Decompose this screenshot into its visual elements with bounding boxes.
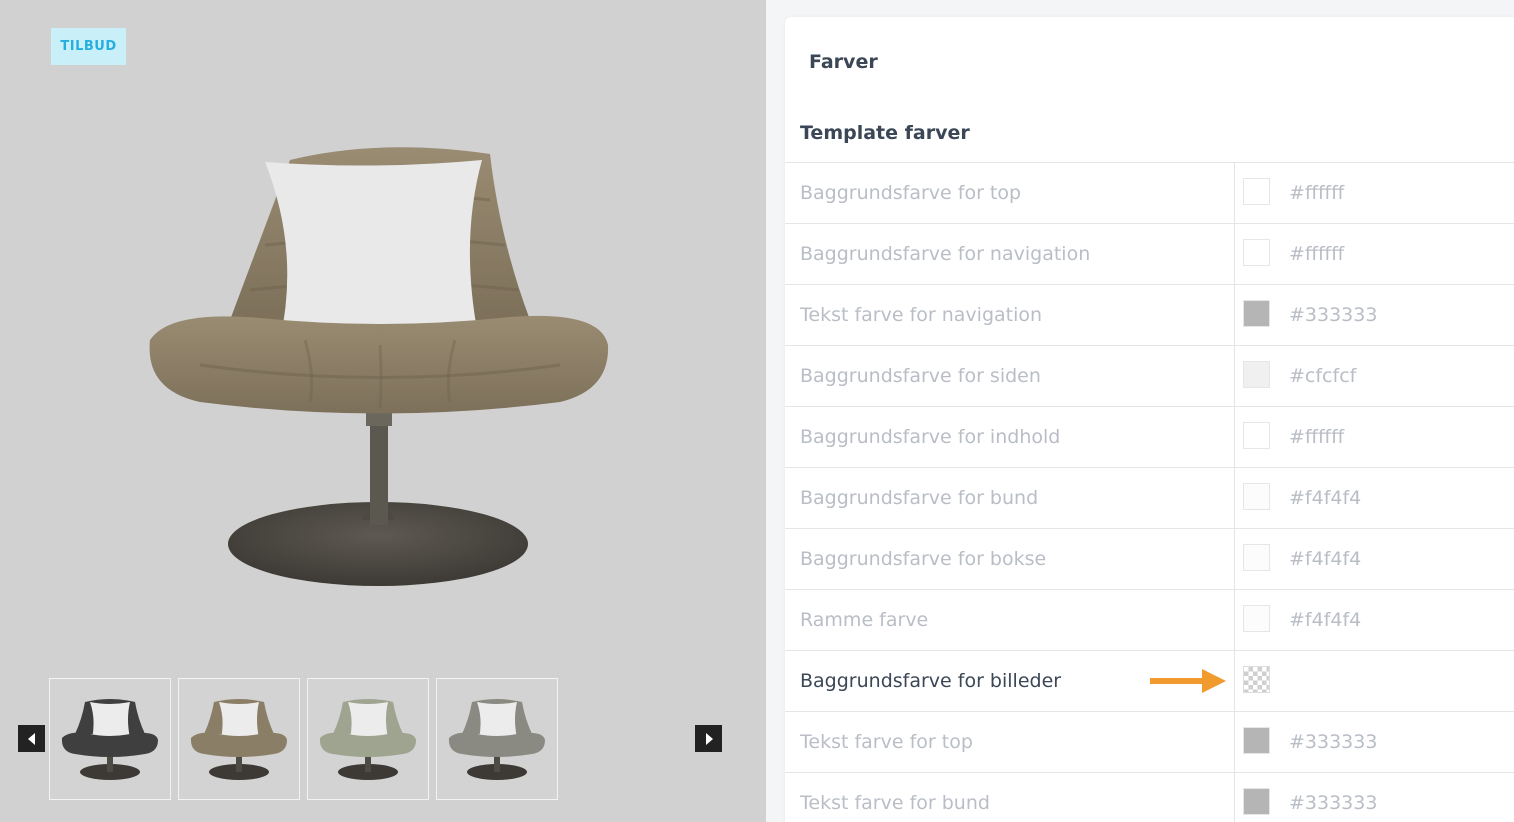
color-setting-row: Baggrundsfarve for bund #f4f4f4	[785, 468, 1514, 529]
offer-badge: TILBUD	[51, 28, 126, 65]
color-swatch[interactable]	[1243, 360, 1270, 388]
color-setting-row: Baggrundsfarve for siden #cfcfcf	[785, 346, 1514, 407]
color-setting-label: Ramme farve	[785, 590, 1235, 650]
color-setting-label: Baggrundsfarve for indhold	[785, 407, 1235, 467]
color-setting-row: Tekst farve for bund #333333	[785, 773, 1514, 822]
hex-value-field[interactable]: #333333	[1289, 304, 1377, 326]
thumbnail-image	[319, 699, 416, 780]
color-setting-value	[1235, 651, 1514, 711]
color-setting-label: Baggrundsfarve for top	[785, 163, 1235, 223]
color-swatch[interactable]	[1243, 177, 1270, 205]
color-setting-value: #ffffff	[1235, 407, 1514, 467]
hex-value-field[interactable]: #ffffff	[1289, 182, 1344, 204]
color-setting-value: #ffffff	[1235, 163, 1514, 223]
product-image	[149, 147, 609, 586]
hex-value-field[interactable]: #f4f4f4	[1289, 548, 1361, 570]
section-title: Template farver	[800, 122, 970, 144]
color-swatch[interactable]	[1243, 726, 1270, 754]
hex-value-field[interactable]: #cfcfcf	[1289, 365, 1356, 387]
gallery-next-button[interactable]	[695, 725, 722, 752]
thumbnail-1[interactable]	[49, 678, 171, 800]
color-setting-value: #333333	[1235, 773, 1514, 822]
color-setting-value: #f4f4f4	[1235, 529, 1514, 589]
thumbnail-2[interactable]	[178, 678, 300, 800]
color-setting-row: Baggrundsfarve for navigation #ffffff	[785, 224, 1514, 285]
color-setting-row: Tekst farve for navigation #333333	[785, 285, 1514, 346]
gallery-prev-button[interactable]	[18, 725, 45, 752]
hex-value-field[interactable]: #ffffff	[1289, 426, 1344, 448]
color-setting-row: Baggrundsfarve for billeder	[785, 651, 1514, 712]
color-setting-value: #f4f4f4	[1235, 468, 1514, 528]
thumbnail-image	[448, 699, 545, 780]
hex-value-field[interactable]: #ffffff	[1289, 243, 1344, 265]
hex-value-field[interactable]: #f4f4f4	[1289, 487, 1361, 509]
color-setting-row: Tekst farve for top #333333	[785, 712, 1514, 773]
color-swatch[interactable]	[1243, 421, 1270, 449]
thumbnail-image	[190, 699, 287, 780]
color-setting-value: #f4f4f4	[1235, 590, 1514, 650]
hex-value-field[interactable]: #333333	[1289, 731, 1377, 753]
color-settings-panel: Farver Template farver Baggrundsfarve fo…	[785, 17, 1514, 822]
color-swatch[interactable]	[1243, 299, 1270, 327]
thumbnail-3[interactable]	[307, 678, 429, 800]
color-swatch[interactable]	[1243, 543, 1270, 571]
product-preview: TILBUD	[0, 0, 766, 822]
hex-value-field[interactable]: #333333	[1289, 792, 1377, 814]
color-setting-row: Baggrundsfarve for top #ffffff	[785, 163, 1514, 224]
thumbnail-strip	[49, 678, 558, 800]
color-swatch[interactable]	[1243, 238, 1270, 266]
color-swatch[interactable]	[1243, 787, 1270, 815]
color-swatch[interactable]	[1243, 604, 1270, 632]
hex-value-field[interactable]: #f4f4f4	[1289, 609, 1361, 631]
color-setting-value: #cfcfcf	[1235, 346, 1514, 406]
transparent-swatch[interactable]	[1243, 665, 1270, 693]
thumbnail-image	[61, 699, 158, 780]
chevron-right-icon	[705, 732, 713, 745]
color-setting-value: #ffffff	[1235, 224, 1514, 284]
panel-title: Farver	[809, 51, 878, 73]
chevron-left-icon	[27, 732, 35, 745]
color-setting-label: Baggrundsfarve for navigation	[785, 224, 1235, 284]
color-setting-label: Tekst farve for top	[785, 712, 1235, 772]
color-setting-row: Baggrundsfarve for indhold #ffffff	[785, 407, 1514, 468]
color-setting-label: Tekst farve for bund	[785, 773, 1235, 822]
color-setting-row: Ramme farve #f4f4f4	[785, 590, 1514, 651]
color-setting-label: Baggrundsfarve for siden	[785, 346, 1235, 406]
color-settings-table: Baggrundsfarve for top #ffffff Baggrundsfa…	[785, 162, 1514, 822]
color-setting-row: Baggrundsfarve for bokse #f4f4f4	[785, 529, 1514, 590]
color-setting-value: #333333	[1235, 285, 1514, 345]
color-setting-value: #333333	[1235, 712, 1514, 772]
color-swatch[interactable]	[1243, 482, 1270, 510]
color-setting-label: Baggrundsfarve for bund	[785, 468, 1235, 528]
pointer-arrow-icon	[1150, 669, 1226, 693]
color-setting-label: Tekst farve for navigation	[785, 285, 1235, 345]
color-setting-label: Baggrundsfarve for bokse	[785, 529, 1235, 589]
thumbnail-4[interactable]	[436, 678, 558, 800]
